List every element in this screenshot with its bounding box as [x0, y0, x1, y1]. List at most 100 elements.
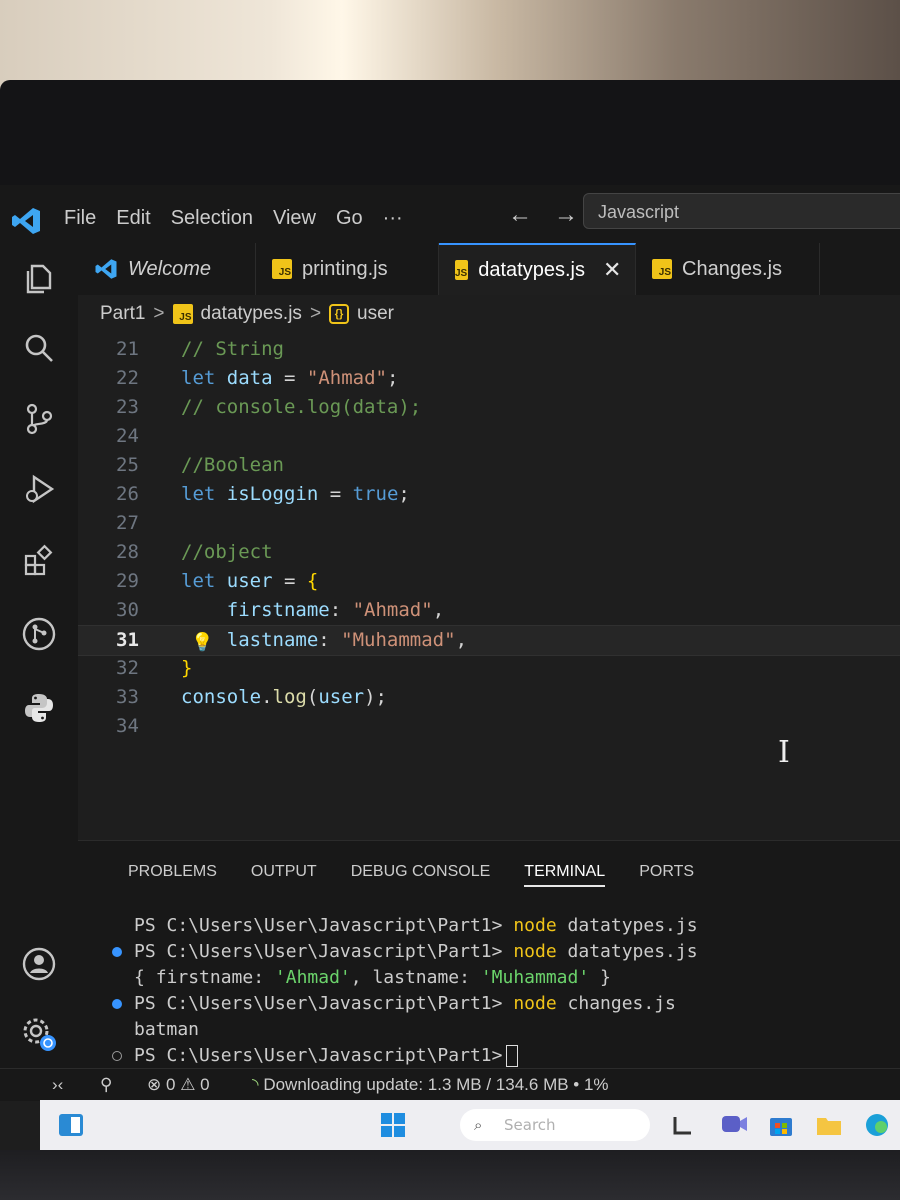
title-bar: File Edit Selection View Go ··· ← → Java…: [0, 185, 900, 243]
tab-label: Welcome: [128, 257, 211, 280]
code-text: let user = {: [181, 570, 319, 592]
terminal-prompt: PS C:\Users\User\Javascript\Part1>: [134, 941, 503, 962]
code-line: 28 //object: [78, 538, 900, 567]
run-debug-icon[interactable]: [18, 468, 60, 510]
sync-spinner-icon: ◝: [252, 1075, 259, 1094]
task-view-icon[interactable]: [670, 1112, 696, 1138]
terminal-argument: datatypes.js: [567, 941, 698, 962]
problems-status[interactable]: ⊗ 0 ⚠ 0: [147, 1075, 210, 1095]
menu-selection[interactable]: Selection: [171, 207, 253, 230]
panel-tabs: PROBLEMS OUTPUT DEBUG CONSOLE TERMINAL P…: [128, 863, 694, 887]
windows-start-icon[interactable]: [380, 1112, 406, 1138]
bottom-panel: PROBLEMS OUTPUT DEBUG CONSOLE TERMINAL P…: [78, 840, 900, 1069]
line-number: 23: [116, 396, 139, 418]
terminal-command: node: [513, 993, 557, 1014]
tab-datatypes-js[interactable]: JS datatypes.js ✕: [439, 243, 636, 295]
line-number: 33: [116, 686, 139, 708]
code-text: firstname: "Ahmad",: [226, 599, 445, 621]
remote-icon[interactable]: ›‹: [52, 1075, 63, 1095]
vscode-window: File Edit Selection View Go ··· ← → Java…: [0, 185, 900, 1150]
panel-tab-problems[interactable]: PROBLEMS: [128, 863, 217, 887]
terminal-output: batman: [134, 1019, 200, 1040]
explorer-icon[interactable]: [18, 258, 60, 300]
line-number: 21: [116, 338, 139, 360]
python-icon[interactable]: [18, 687, 60, 729]
mouse-ibeam-icon: I: [778, 735, 790, 770]
edge-icon[interactable]: [862, 1112, 892, 1138]
panel-tab-output[interactable]: OUTPUT: [251, 863, 317, 887]
code-text: let isLoggin = true;: [181, 483, 410, 505]
command-center[interactable]: Javascript: [583, 193, 900, 229]
search-icon[interactable]: [18, 327, 60, 369]
menu-more[interactable]: ···: [383, 207, 403, 230]
code-editor[interactable]: 21 // String 22 let data = "Ahmad"; 23 // c…: [78, 335, 900, 855]
menu-view[interactable]: View: [273, 207, 316, 230]
file-explorer-icon[interactable]: [816, 1112, 842, 1138]
terminal-argument: changes.js: [567, 993, 676, 1014]
panel-tab-ports[interactable]: PORTS: [639, 863, 694, 887]
menu-bar: File Edit Selection View Go ···: [64, 207, 403, 230]
close-icon[interactable]: ✕: [603, 257, 621, 283]
rocket-icon[interactable]: ⚲: [100, 1075, 112, 1095]
code-line: 29 let user = {: [78, 567, 900, 596]
code-text: let data = "Ahmad";: [181, 367, 399, 389]
store-icon[interactable]: [768, 1112, 794, 1138]
line-number: 32: [116, 657, 139, 679]
menu-go[interactable]: Go: [336, 207, 363, 230]
settings-gear-icon[interactable]: [18, 1013, 60, 1055]
command-decoration-icon[interactable]: [112, 1051, 122, 1061]
status-bar: ›‹ ⚲ ⊗ 0 ⚠ 0 ◝ Downloading update: 1.3 M…: [0, 1068, 900, 1101]
terminal-line: PS C:\Users\User\Javascript\Part1>: [108, 1043, 698, 1069]
line-number: 28: [116, 541, 139, 563]
windows-taskbar: ⌕ Search: [40, 1100, 900, 1150]
source-control-icon[interactable]: [18, 398, 60, 440]
breadcrumb-folder[interactable]: Part1: [100, 303, 145, 325]
terminal-command: node: [513, 915, 557, 936]
extensions-icon[interactable]: [18, 540, 60, 582]
line-number: 26: [116, 483, 139, 505]
command-decoration-icon[interactable]: [112, 947, 122, 957]
code-text: // String: [181, 338, 284, 360]
code-line: 24: [78, 422, 900, 451]
tab-label: datatypes.js: [478, 258, 585, 281]
js-file-icon: JS: [172, 304, 193, 324]
git-graph-icon[interactable]: [18, 613, 60, 655]
meet-chat-icon[interactable]: [720, 1112, 748, 1138]
tab-changes-js[interactable]: JS Changes.js: [636, 243, 820, 295]
tab-printing-js[interactable]: JS printing.js: [256, 243, 439, 295]
symbol-variable-icon: {}: [329, 304, 350, 324]
command-decoration-icon[interactable]: [112, 999, 122, 1009]
code-line: 32}: [78, 654, 900, 683]
widgets-icon[interactable]: [58, 1112, 84, 1138]
breadcrumb-file[interactable]: datatypes.js: [201, 303, 302, 325]
line-number: 24: [116, 425, 139, 447]
accounts-icon[interactable]: [18, 943, 60, 985]
search-placeholder: Search: [504, 1116, 556, 1134]
taskbar-search-input[interactable]: ⌕ Search: [460, 1109, 650, 1141]
menu-edit[interactable]: Edit: [116, 207, 150, 230]
breadcrumb-symbol[interactable]: user: [357, 303, 394, 325]
code-line: 26 let isLoggin = true;: [78, 480, 900, 509]
line-number: 31: [116, 629, 139, 651]
terminal-prompt: PS C:\Users\User\Javascript\Part1>: [134, 915, 503, 936]
code-line: 25 //Boolean: [78, 451, 900, 480]
editor-tabs: Welcome JS printing.js JS datatypes.js ✕…: [78, 243, 900, 295]
vscode-logo-icon: [12, 208, 40, 234]
menu-file[interactable]: File: [64, 207, 96, 230]
terminal-prompt: PS C:\Users\User\Javascript\Part1>: [134, 993, 503, 1014]
back-arrow-icon[interactable]: ←: [508, 201, 532, 229]
js-file-icon: JS: [455, 260, 469, 280]
update-status[interactable]: ◝ Downloading update: 1.3 MB / 134.6 MB …: [252, 1075, 609, 1095]
tab-welcome[interactable]: Welcome: [78, 243, 256, 295]
forward-arrow-icon[interactable]: →: [554, 201, 578, 229]
activity-bar: [0, 243, 78, 1073]
terminal-prompt: PS C:\Users\User\Javascript\Part1>: [134, 1045, 503, 1066]
tab-label: Changes.js: [682, 257, 783, 280]
line-number: 22: [116, 367, 139, 389]
code-text: lastname: "Muhammad",: [226, 629, 468, 651]
code-text: //Boolean: [181, 454, 284, 476]
code-text: // console.log(data);: [181, 396, 422, 418]
panel-tab-debug-console[interactable]: DEBUG CONSOLE: [351, 863, 491, 887]
panel-tab-terminal[interactable]: TERMINAL: [524, 863, 606, 887]
terminal[interactable]: PS C:\Users\User\Javascript\Part1> node …: [108, 913, 698, 1069]
